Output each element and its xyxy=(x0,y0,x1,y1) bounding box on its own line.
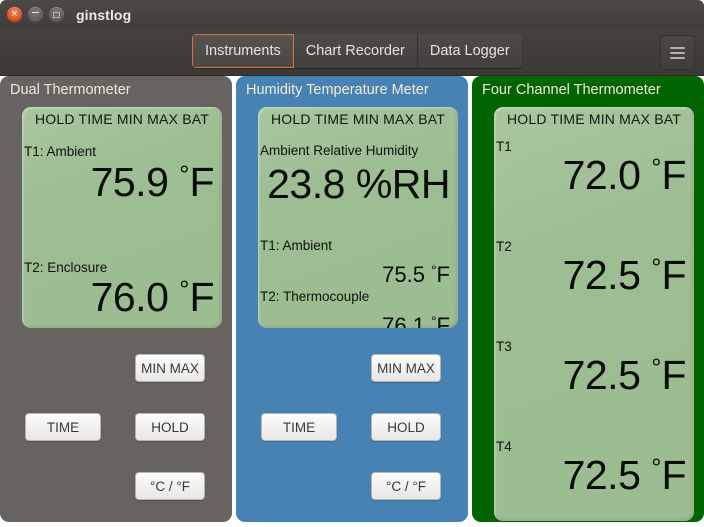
lcd-reading-unit: F xyxy=(436,313,450,328)
minimize-window-button[interactable]: − xyxy=(28,7,43,22)
lcd-reading-value: 76.1 °F xyxy=(382,315,450,328)
degree-symbol-icon: ° xyxy=(651,353,662,382)
lcd-reading-value: 72.5 °F xyxy=(562,252,687,298)
lcd-reading-value: 72.5 °F xyxy=(562,452,687,498)
lcd-display-four-channel-thermometer: HOLD TIME MIN MAX BAT T1 72.0 °F T2 72.5 °F T… xyxy=(494,107,694,521)
lcd-reading-unit: F xyxy=(661,452,686,498)
instrument-panel-dual-thermometer: Dual Thermometer HOLD TIME MIN MAX BAT T1:… xyxy=(0,76,232,522)
panel-title-four-channel-thermometer: Four Channel Thermometer xyxy=(482,82,661,98)
lcd-status-indicators: HOLD TIME MIN MAX BAT xyxy=(506,111,682,127)
lcd-reading-label: T1: Ambient xyxy=(260,238,333,253)
lcd-status-indicators: HOLD TIME MIN MAX BAT xyxy=(270,111,446,127)
time-button-label: TIME xyxy=(46,419,80,435)
tab-data-logger[interactable]: Data Logger xyxy=(417,34,522,68)
hamburger-icon-line xyxy=(670,56,685,59)
celsius-fahrenheit-toggle-button[interactable]: °C / °F xyxy=(135,472,205,500)
min-max-button-label: MIN MAX xyxy=(141,360,199,376)
celsius-fahrenheit-toggle-button-label: °C / °F xyxy=(385,478,427,494)
lcd-reading-value: 72.5 °F xyxy=(562,352,687,398)
lcd-reading-value: 72.0 °F xyxy=(562,152,687,198)
celsius-fahrenheit-toggle-button[interactable]: °C / °F xyxy=(371,472,441,500)
lcd-status-indicators: HOLD TIME MIN MAX BAT xyxy=(34,111,210,127)
lcd-reading-label: Ambient Relative Humidity xyxy=(260,143,419,158)
close-window-button[interactable]: × xyxy=(7,7,22,22)
degree-symbol-icon: ° xyxy=(179,160,190,189)
tab-chart-recorder[interactable]: Chart Recorder xyxy=(293,34,418,68)
instrument-panel-container: Dual Thermometer HOLD TIME MIN MAX BAT T1:… xyxy=(0,76,704,527)
lcd-reading-number: 75.5 xyxy=(382,262,432,288)
time-button-label: TIME xyxy=(282,419,316,435)
hold-button-label: HOLD xyxy=(387,419,425,435)
lcd-reading-number: 23.8 xyxy=(267,161,356,207)
tab-instruments[interactable]: Instruments xyxy=(192,34,294,68)
view-tab-group: Instruments Chart Recorder Data Logger xyxy=(192,34,522,68)
lcd-reading-value: 23.8 %RH xyxy=(267,164,450,205)
close-icon: × xyxy=(10,9,19,19)
celsius-fahrenheit-toggle-button-label: °C / °F xyxy=(149,478,191,494)
window-title: ginstlog xyxy=(76,6,132,23)
lcd-reading-unit: F xyxy=(661,352,686,398)
lcd-reading-value: 75.9 °F xyxy=(90,159,215,205)
maximize-icon: □ xyxy=(52,9,61,19)
toolbar: Instruments Chart Recorder Data Logger xyxy=(0,29,704,76)
degree-symbol-icon: ° xyxy=(179,275,190,304)
lcd-reading-number: 76.1 xyxy=(382,313,432,328)
time-button[interactable]: TIME xyxy=(261,413,337,441)
panel-title-dual-thermometer: Dual Thermometer xyxy=(10,82,131,98)
tab-instruments-label: Instruments xyxy=(205,43,281,59)
lcd-reading-value: 75.5 °F xyxy=(382,264,450,286)
tab-chart-recorder-label: Chart Recorder xyxy=(305,43,405,59)
lcd-reading-label: T2 xyxy=(496,239,512,254)
panel-title-humidity-temperature-meter: Humidity Temperature Meter xyxy=(246,82,429,98)
lcd-reading-unit: F xyxy=(661,152,686,198)
time-button[interactable]: TIME xyxy=(25,413,101,441)
lcd-reading-unit: F xyxy=(661,252,686,298)
hamburger-icon-line xyxy=(670,46,685,49)
lcd-reading-label: T2: Thermocouple xyxy=(260,289,370,304)
min-max-button[interactable]: MIN MAX xyxy=(135,354,205,382)
maximize-window-button[interactable]: □ xyxy=(49,7,64,22)
degree-symbol-icon: ° xyxy=(651,453,662,482)
lcd-reading-label: T3 xyxy=(496,339,512,354)
tab-data-logger-label: Data Logger xyxy=(429,43,510,59)
lcd-reading-number: 75.9 xyxy=(90,159,180,205)
instrument-panel-four-channel-thermometer: Four Channel Thermometer HOLD TIME MIN MA… xyxy=(472,76,704,522)
lcd-reading-label: T1 xyxy=(496,139,512,154)
lcd-reading-label: T4 xyxy=(496,439,512,454)
hold-button[interactable]: HOLD xyxy=(371,413,441,441)
hold-button-label: HOLD xyxy=(151,419,189,435)
degree-symbol-icon: ° xyxy=(651,253,662,282)
hamburger-icon-line xyxy=(670,51,685,54)
lcd-reading-number: 72.0 xyxy=(562,152,652,198)
min-max-button-label: MIN MAX xyxy=(377,360,435,376)
degree-symbol-icon: ° xyxy=(651,153,662,182)
title-bar: × − □ ginstlog xyxy=(0,0,704,29)
instrument-panel-humidity-temperature-meter: Humidity Temperature Meter HOLD TIME MIN … xyxy=(236,76,468,522)
min-max-button[interactable]: MIN MAX xyxy=(371,354,441,382)
lcd-reading-unit: F xyxy=(189,274,214,320)
lcd-reading-unit: F xyxy=(189,159,214,205)
lcd-display-humidity-temperature-meter: HOLD TIME MIN MAX BAT Ambient Relative Hu… xyxy=(258,107,458,328)
lcd-reading-number: 72.5 xyxy=(562,352,652,398)
lcd-reading-number: 72.5 xyxy=(562,452,652,498)
minimize-icon: − xyxy=(30,6,41,19)
lcd-reading-number: 72.5 xyxy=(562,252,652,298)
lcd-reading-value: 76.0 °F xyxy=(90,274,215,320)
lcd-display-dual-thermometer: HOLD TIME MIN MAX BAT T1: Ambient 75.9 °F T… xyxy=(22,107,222,328)
lcd-reading-unit: %RH xyxy=(355,161,451,207)
lcd-reading-unit: F xyxy=(436,262,450,288)
lcd-reading-number: 76.0 xyxy=(90,274,180,320)
application-window: × − □ ginstlog Instruments Chart Recorde… xyxy=(0,0,704,527)
lcd-reading-label: T2: Enclosure xyxy=(24,260,108,275)
lcd-reading-label: T1: Ambient xyxy=(24,144,97,159)
hold-button[interactable]: HOLD xyxy=(135,413,205,441)
hamburger-menu-button[interactable] xyxy=(660,35,695,70)
